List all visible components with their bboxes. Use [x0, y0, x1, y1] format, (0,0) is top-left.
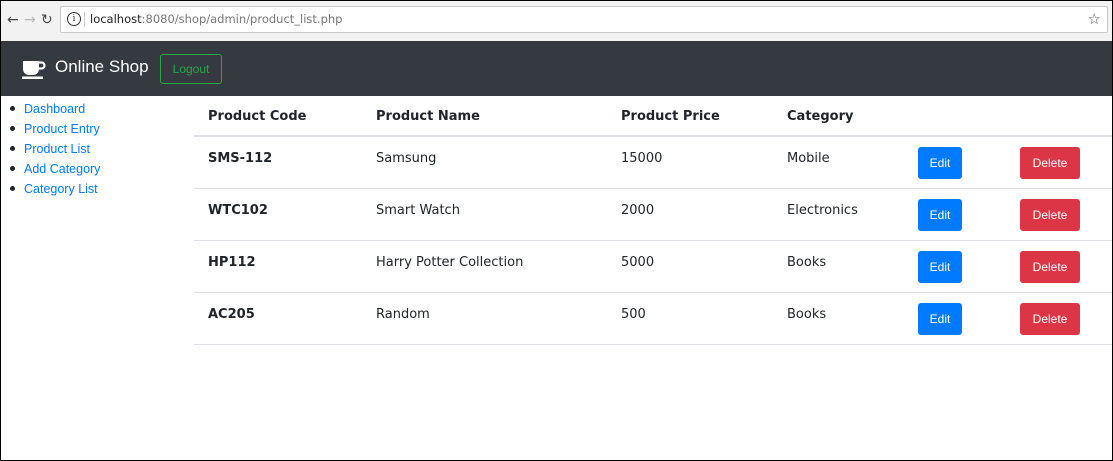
table-row: SMS-112 Samsung 15000 Mobile Edit Delete	[194, 137, 1112, 189]
sidebar-item-label: Product Entry	[24, 122, 100, 136]
logout-button[interactable]: Logout	[160, 54, 222, 84]
sidebar-item-label: Add Category	[24, 162, 101, 176]
table-row: WTC102 Smart Watch 2000 Electronics Edit…	[194, 189, 1112, 241]
bullet	[10, 126, 15, 131]
delete-button[interactable]: Delete	[1020, 199, 1080, 231]
address-divider	[84, 12, 85, 27]
product-table: Product Code Product Name Product Price …	[194, 97, 1112, 345]
product-name: Samsung	[376, 151, 437, 166]
forward-arrow-icon[interactable]: →	[24, 12, 36, 28]
sidebar-item-category-list[interactable]: Category List	[9, 179, 189, 199]
product-code: WTC102	[208, 203, 268, 218]
table-header-row: Product Code Product Name Product Price …	[194, 97, 1112, 137]
table-row: HP112 Harry Potter Collection 5000 Books…	[194, 241, 1112, 293]
sidebar-item-add-category[interactable]: Add Category	[9, 159, 189, 179]
header-product-name: Product Name	[376, 109, 480, 124]
bullet	[10, 186, 15, 191]
reload-icon[interactable]: ↻	[41, 12, 53, 28]
product-code: HP112	[208, 255, 256, 270]
delete-button[interactable]: Delete	[1020, 303, 1080, 335]
edit-button[interactable]: Edit	[918, 199, 962, 231]
product-category: Mobile	[787, 151, 830, 166]
sidebar-item-label: Category List	[24, 182, 98, 196]
address-bar[interactable]: i localhost:8080/shop/admin/product_list…	[60, 6, 1108, 33]
edit-button[interactable]: Edit	[918, 251, 962, 283]
url-text[interactable]: localhost:8080/shop/admin/product_list.p…	[90, 12, 342, 27]
delete-button[interactable]: Delete	[1020, 251, 1080, 283]
header-product-price: Product Price	[621, 109, 720, 124]
bullet	[10, 106, 15, 111]
back-arrow-icon[interactable]: ←	[7, 12, 19, 28]
delete-button[interactable]: Delete	[1020, 147, 1080, 179]
browser-window: ← → ↻ i localhost:8080/shop/admin/produc…	[0, 0, 1113, 461]
bullet	[10, 166, 15, 171]
product-name: Random	[376, 307, 430, 322]
product-name: Smart Watch	[376, 203, 460, 218]
sidebar-item-label: Product List	[24, 142, 91, 156]
product-category: Electronics	[787, 203, 858, 218]
product-category: Books	[787, 307, 827, 322]
bookmark-star-icon[interactable]: ☆	[1088, 11, 1101, 27]
coffee-cup-icon	[22, 61, 46, 79]
sidebar-item-product-entry[interactable]: Product Entry	[9, 119, 189, 139]
product-price: 5000	[621, 255, 655, 270]
product-code: SMS-112	[208, 151, 273, 166]
table-row: AC205 Random 500 Books Edit Delete	[194, 293, 1112, 345]
header-category: Category	[787, 109, 854, 124]
edit-button[interactable]: Edit	[918, 147, 962, 179]
product-code: AC205	[208, 307, 255, 322]
top-navbar: Online Shop Logout	[1, 41, 1112, 96]
header-product-code: Product Code	[208, 109, 307, 124]
product-price: 2000	[621, 203, 655, 218]
url-host: localhost	[90, 12, 142, 26]
bullet	[10, 146, 15, 151]
product-price: 15000	[621, 151, 663, 166]
url-path: :8080/shop/admin/product_list.php	[141, 12, 343, 26]
product-name: Harry Potter Collection	[376, 255, 524, 270]
info-icon[interactable]: i	[67, 12, 81, 26]
sidebar-item-product-list[interactable]: Product List	[9, 139, 189, 159]
brand-title[interactable]: Online Shop	[55, 56, 149, 78]
sidebar-nav: Dashboard Product Entry Product List Add…	[9, 99, 189, 199]
sidebar-item-label: Dashboard	[24, 102, 86, 116]
browser-toolbar: ← → ↻ i localhost:8080/shop/admin/produc…	[1, 1, 1112, 41]
product-category: Books	[787, 255, 827, 270]
edit-button[interactable]: Edit	[918, 303, 962, 335]
product-price: 500	[621, 307, 646, 322]
sidebar-item-dashboard[interactable]: Dashboard	[9, 99, 189, 119]
